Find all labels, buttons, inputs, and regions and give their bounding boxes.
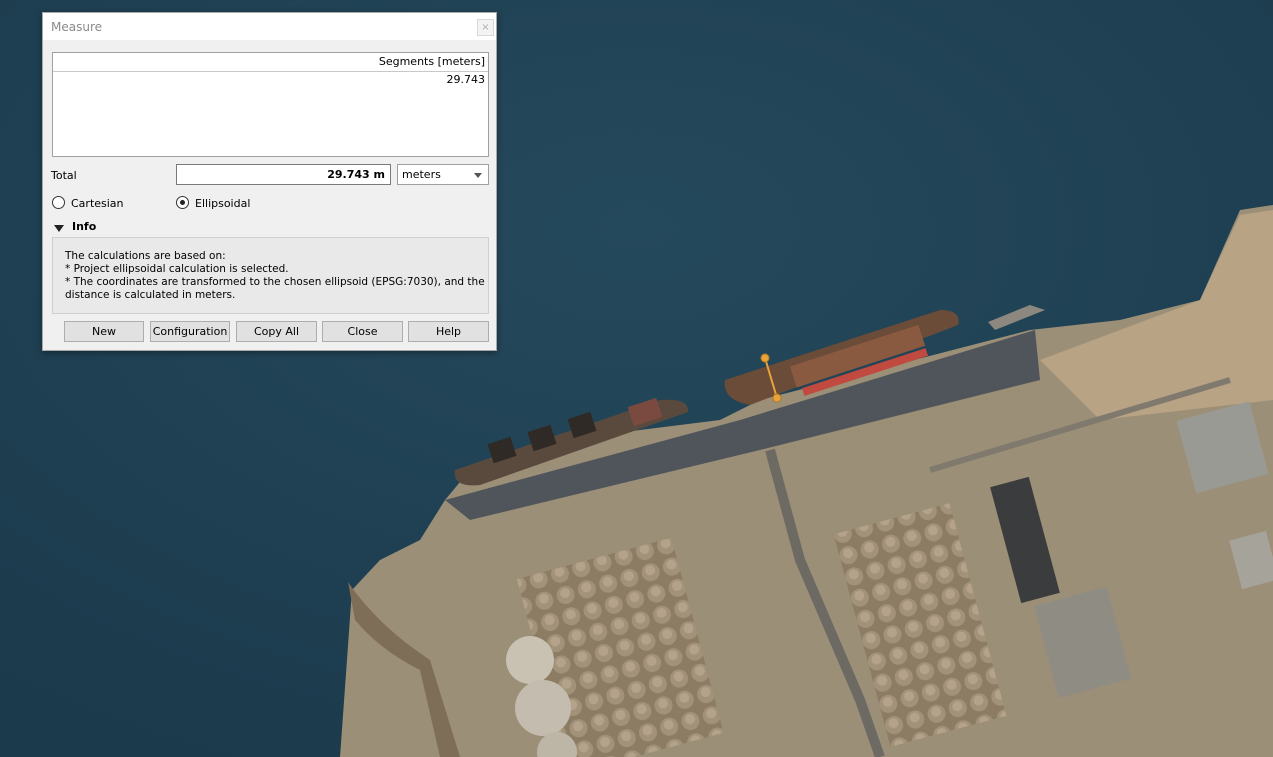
copy-all-button[interactable]: Copy All bbox=[236, 321, 317, 342]
units-selected: meters bbox=[402, 168, 441, 181]
cartesian-radio[interactable] bbox=[52, 196, 65, 209]
close-icon[interactable]: × bbox=[477, 19, 494, 36]
chevron-down-icon bbox=[474, 173, 482, 178]
units-dropdown[interactable]: meters bbox=[397, 164, 489, 185]
info-line: distance is calculated in meters. bbox=[65, 289, 236, 301]
triangle-down-icon[interactable] bbox=[54, 225, 64, 232]
cartesian-label[interactable]: Cartesian bbox=[71, 197, 124, 210]
dialog-title: Measure bbox=[51, 20, 102, 34]
ellipsoidal-label[interactable]: Ellipsoidal bbox=[195, 197, 250, 210]
new-button[interactable]: New bbox=[64, 321, 144, 342]
total-value-field: 29.743 m bbox=[176, 164, 391, 185]
table-row[interactable]: 29.743 bbox=[53, 72, 488, 88]
info-line: * The coordinates are transformed to the… bbox=[65, 276, 485, 288]
segments-header[interactable]: Segments [meters] bbox=[53, 53, 488, 72]
total-label: Total bbox=[51, 169, 77, 182]
segments-table[interactable]: Segments [meters] 29.743 bbox=[52, 52, 489, 157]
info-section-title[interactable]: Info bbox=[72, 220, 96, 233]
measure-dialog: Measure × Segments [meters] 29.743 Total… bbox=[42, 12, 497, 351]
close-button[interactable]: Close bbox=[322, 321, 403, 342]
configuration-button[interactable]: Configuration bbox=[150, 321, 230, 342]
info-line: * Project ellipsoidal calculation is sel… bbox=[65, 263, 289, 275]
info-text-box: The calculations are based on: * Project… bbox=[52, 237, 489, 314]
info-line: The calculations are based on: bbox=[65, 250, 226, 262]
help-button[interactable]: Help bbox=[408, 321, 489, 342]
dialog-titlebar[interactable]: Measure × bbox=[43, 13, 496, 41]
ellipsoidal-radio[interactable] bbox=[176, 196, 189, 209]
